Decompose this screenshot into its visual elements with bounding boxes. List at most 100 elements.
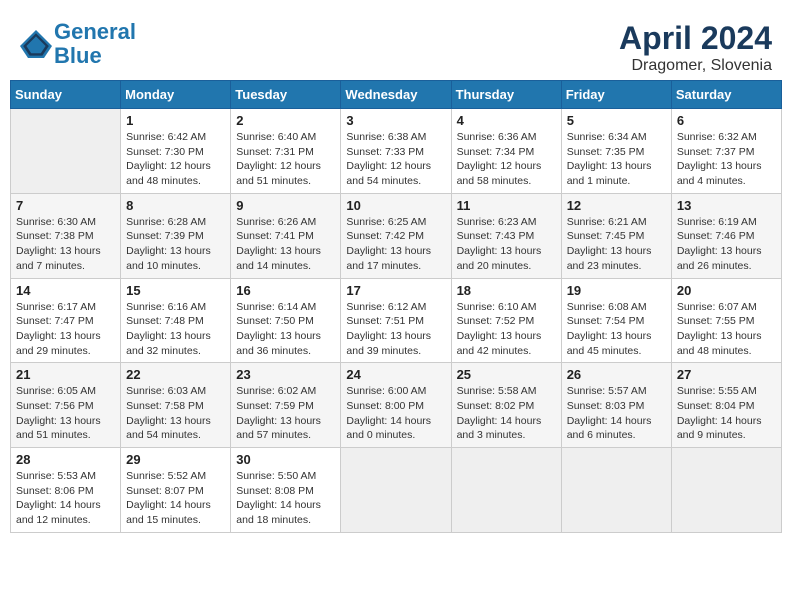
day-info: Sunrise: 6:40 AMSunset: 7:31 PMDaylight:… <box>236 130 335 189</box>
calendar-week-row: 14 Sunrise: 6:17 AMSunset: 7:47 PMDaylig… <box>11 278 782 363</box>
day-number: 4 <box>457 113 556 128</box>
day-number: 9 <box>236 198 335 213</box>
day-info: Sunrise: 6:23 AMSunset: 7:43 PMDaylight:… <box>457 215 556 274</box>
calendar-cell: 16 Sunrise: 6:14 AMSunset: 7:50 PMDaylig… <box>231 278 341 363</box>
day-number: 27 <box>677 367 776 382</box>
logo-icon <box>20 30 52 58</box>
calendar-cell: 15 Sunrise: 6:16 AMSunset: 7:48 PMDaylig… <box>121 278 231 363</box>
page-header: GeneralBlue April 2024 Dragomer, Sloveni… <box>10 10 782 80</box>
day-info: Sunrise: 6:26 AMSunset: 7:41 PMDaylight:… <box>236 215 335 274</box>
day-number: 20 <box>677 283 776 298</box>
calendar-cell: 11 Sunrise: 6:23 AMSunset: 7:43 PMDaylig… <box>451 193 561 278</box>
day-info: Sunrise: 6:32 AMSunset: 7:37 PMDaylight:… <box>677 130 776 189</box>
col-header-saturday: Saturday <box>671 81 781 109</box>
calendar-cell: 18 Sunrise: 6:10 AMSunset: 7:52 PMDaylig… <box>451 278 561 363</box>
calendar-cell: 20 Sunrise: 6:07 AMSunset: 7:55 PMDaylig… <box>671 278 781 363</box>
col-header-monday: Monday <box>121 81 231 109</box>
day-number: 29 <box>126 452 225 467</box>
month-title: April 2024 <box>619 20 772 57</box>
logo-text: GeneralBlue <box>54 20 136 68</box>
day-info: Sunrise: 6:12 AMSunset: 7:51 PMDaylight:… <box>346 300 445 359</box>
calendar-cell: 24 Sunrise: 6:00 AMSunset: 8:00 PMDaylig… <box>341 363 451 448</box>
day-info: Sunrise: 6:08 AMSunset: 7:54 PMDaylight:… <box>567 300 666 359</box>
calendar-cell: 25 Sunrise: 5:58 AMSunset: 8:02 PMDaylig… <box>451 363 561 448</box>
day-info: Sunrise: 5:52 AMSunset: 8:07 PMDaylight:… <box>126 469 225 528</box>
title-block: April 2024 Dragomer, Slovenia <box>619 20 772 75</box>
calendar-cell: 27 Sunrise: 5:55 AMSunset: 8:04 PMDaylig… <box>671 363 781 448</box>
calendar-cell: 9 Sunrise: 6:26 AMSunset: 7:41 PMDayligh… <box>231 193 341 278</box>
day-info: Sunrise: 5:55 AMSunset: 8:04 PMDaylight:… <box>677 384 776 443</box>
calendar-cell: 19 Sunrise: 6:08 AMSunset: 7:54 PMDaylig… <box>561 278 671 363</box>
calendar-cell: 5 Sunrise: 6:34 AMSunset: 7:35 PMDayligh… <box>561 109 671 194</box>
day-number: 2 <box>236 113 335 128</box>
calendar-cell: 10 Sunrise: 6:25 AMSunset: 7:42 PMDaylig… <box>341 193 451 278</box>
calendar-cell: 3 Sunrise: 6:38 AMSunset: 7:33 PMDayligh… <box>341 109 451 194</box>
day-info: Sunrise: 6:03 AMSunset: 7:58 PMDaylight:… <box>126 384 225 443</box>
calendar-cell <box>451 448 561 533</box>
day-number: 3 <box>346 113 445 128</box>
day-number: 14 <box>16 283 115 298</box>
day-number: 24 <box>346 367 445 382</box>
day-number: 25 <box>457 367 556 382</box>
day-info: Sunrise: 5:53 AMSunset: 8:06 PMDaylight:… <box>16 469 115 528</box>
calendar-cell: 7 Sunrise: 6:30 AMSunset: 7:38 PMDayligh… <box>11 193 121 278</box>
day-number: 28 <box>16 452 115 467</box>
calendar-cell: 14 Sunrise: 6:17 AMSunset: 7:47 PMDaylig… <box>11 278 121 363</box>
col-header-friday: Friday <box>561 81 671 109</box>
calendar-cell <box>341 448 451 533</box>
day-info: Sunrise: 6:21 AMSunset: 7:45 PMDaylight:… <box>567 215 666 274</box>
calendar-cell: 23 Sunrise: 6:02 AMSunset: 7:59 PMDaylig… <box>231 363 341 448</box>
logo: GeneralBlue <box>20 20 136 68</box>
day-number: 1 <box>126 113 225 128</box>
day-info: Sunrise: 6:28 AMSunset: 7:39 PMDaylight:… <box>126 215 225 274</box>
calendar-cell: 28 Sunrise: 5:53 AMSunset: 8:06 PMDaylig… <box>11 448 121 533</box>
day-number: 18 <box>457 283 556 298</box>
day-info: Sunrise: 6:17 AMSunset: 7:47 PMDaylight:… <box>16 300 115 359</box>
day-number: 22 <box>126 367 225 382</box>
calendar-cell <box>671 448 781 533</box>
calendar-cell: 17 Sunrise: 6:12 AMSunset: 7:51 PMDaylig… <box>341 278 451 363</box>
calendar-cell: 13 Sunrise: 6:19 AMSunset: 7:46 PMDaylig… <box>671 193 781 278</box>
calendar-week-row: 1 Sunrise: 6:42 AMSunset: 7:30 PMDayligh… <box>11 109 782 194</box>
calendar-week-row: 21 Sunrise: 6:05 AMSunset: 7:56 PMDaylig… <box>11 363 782 448</box>
day-number: 7 <box>16 198 115 213</box>
day-info: Sunrise: 5:50 AMSunset: 8:08 PMDaylight:… <box>236 469 335 528</box>
calendar-cell: 29 Sunrise: 5:52 AMSunset: 8:07 PMDaylig… <box>121 448 231 533</box>
calendar-cell: 26 Sunrise: 5:57 AMSunset: 8:03 PMDaylig… <box>561 363 671 448</box>
calendar-cell: 30 Sunrise: 5:50 AMSunset: 8:08 PMDaylig… <box>231 448 341 533</box>
calendar-week-row: 7 Sunrise: 6:30 AMSunset: 7:38 PMDayligh… <box>11 193 782 278</box>
day-info: Sunrise: 6:02 AMSunset: 7:59 PMDaylight:… <box>236 384 335 443</box>
day-info: Sunrise: 6:14 AMSunset: 7:50 PMDaylight:… <box>236 300 335 359</box>
day-number: 6 <box>677 113 776 128</box>
day-info: Sunrise: 5:57 AMSunset: 8:03 PMDaylight:… <box>567 384 666 443</box>
day-info: Sunrise: 6:38 AMSunset: 7:33 PMDaylight:… <box>346 130 445 189</box>
day-number: 30 <box>236 452 335 467</box>
day-info: Sunrise: 6:36 AMSunset: 7:34 PMDaylight:… <box>457 130 556 189</box>
day-info: Sunrise: 6:34 AMSunset: 7:35 PMDaylight:… <box>567 130 666 189</box>
day-number: 5 <box>567 113 666 128</box>
day-info: Sunrise: 6:00 AMSunset: 8:00 PMDaylight:… <box>346 384 445 443</box>
day-info: Sunrise: 6:05 AMSunset: 7:56 PMDaylight:… <box>16 384 115 443</box>
calendar-week-row: 28 Sunrise: 5:53 AMSunset: 8:06 PMDaylig… <box>11 448 782 533</box>
calendar-cell <box>11 109 121 194</box>
calendar-cell: 6 Sunrise: 6:32 AMSunset: 7:37 PMDayligh… <box>671 109 781 194</box>
day-number: 21 <box>16 367 115 382</box>
location-title: Dragomer, Slovenia <box>619 57 772 75</box>
day-info: Sunrise: 6:19 AMSunset: 7:46 PMDaylight:… <box>677 215 776 274</box>
calendar-cell: 1 Sunrise: 6:42 AMSunset: 7:30 PMDayligh… <box>121 109 231 194</box>
calendar-table: SundayMondayTuesdayWednesdayThursdayFrid… <box>10 80 782 533</box>
col-header-tuesday: Tuesday <box>231 81 341 109</box>
day-info: Sunrise: 6:07 AMSunset: 7:55 PMDaylight:… <box>677 300 776 359</box>
calendar-cell <box>561 448 671 533</box>
day-number: 17 <box>346 283 445 298</box>
calendar-header: SundayMondayTuesdayWednesdayThursdayFrid… <box>11 81 782 109</box>
day-number: 19 <box>567 283 666 298</box>
calendar-cell: 4 Sunrise: 6:36 AMSunset: 7:34 PMDayligh… <box>451 109 561 194</box>
day-info: Sunrise: 6:30 AMSunset: 7:38 PMDaylight:… <box>16 215 115 274</box>
col-header-sunday: Sunday <box>11 81 121 109</box>
day-number: 16 <box>236 283 335 298</box>
day-info: Sunrise: 6:16 AMSunset: 7:48 PMDaylight:… <box>126 300 225 359</box>
day-info: Sunrise: 6:10 AMSunset: 7:52 PMDaylight:… <box>457 300 556 359</box>
day-info: Sunrise: 5:58 AMSunset: 8:02 PMDaylight:… <box>457 384 556 443</box>
calendar-cell: 2 Sunrise: 6:40 AMSunset: 7:31 PMDayligh… <box>231 109 341 194</box>
